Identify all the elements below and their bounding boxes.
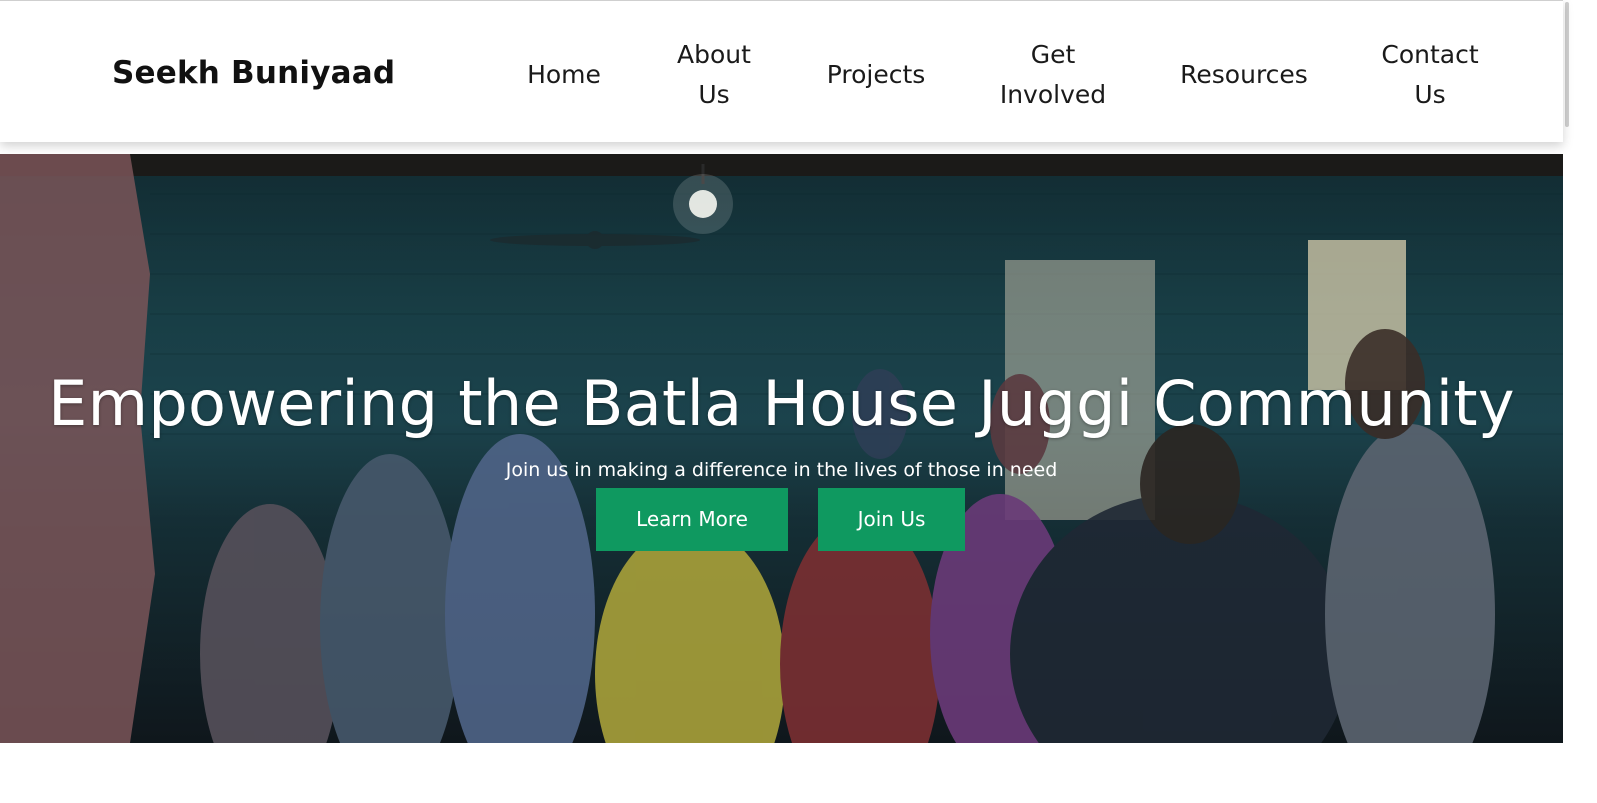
nav-link-label: Resources <box>1180 60 1308 89</box>
nav-link-projects[interactable]: Projects <box>812 35 940 115</box>
nav-link-contact-us[interactable]: Contact Us <box>1367 35 1493 115</box>
nav-link-about-us[interactable]: About Us <box>660 35 768 115</box>
join-us-button[interactable]: Join Us <box>818 488 965 551</box>
community-gathering-photo <box>0 154 1563 743</box>
nav-link-resources[interactable]: Resources <box>1165 35 1323 115</box>
nav-link-label: Projects <box>826 60 926 89</box>
light-glow <box>673 174 733 234</box>
hero-subtitle: Join us in making a difference in the li… <box>505 459 1058 481</box>
nav-link-home[interactable]: Home <box>512 35 616 115</box>
ceiling-beam <box>0 154 1563 176</box>
page-scrollbar-thumb[interactable] <box>1565 2 1569 127</box>
site-header: Seekh Buniyaad Home About Us Projects Ge… <box>0 0 1563 142</box>
pink-wall-foreground <box>0 154 155 743</box>
nav-link-label: About <box>677 40 751 69</box>
nav-link-label: Get <box>1030 40 1076 69</box>
nav-link-label: Us <box>698 80 730 109</box>
nav-link-get-involved[interactable]: Get Involved <box>985 35 1121 115</box>
nav-link-label: Contact <box>1381 40 1479 69</box>
nav-link-label: Involved <box>999 80 1107 109</box>
learn-more-button[interactable]: Learn More <box>596 488 788 551</box>
hero-banner: Empowering the Batla House Juggi Communi… <box>0 154 1563 743</box>
nav-link-label: Us <box>1414 80 1446 109</box>
nav-link-label: Home <box>527 60 601 89</box>
main-nav: Home About Us Projects Get Involved Reso… <box>0 35 1563 115</box>
hero-title: Empowering the Batla House Juggi Communi… <box>48 367 1515 440</box>
